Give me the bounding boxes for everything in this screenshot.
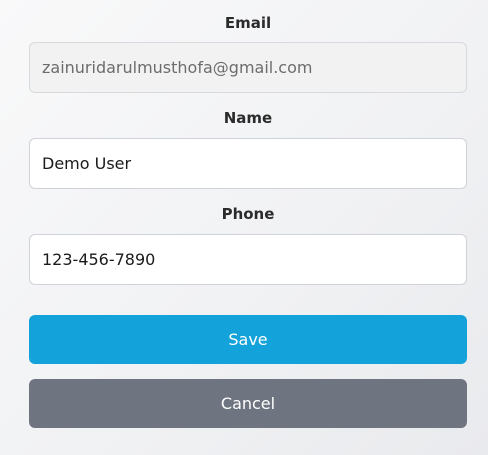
save-button[interactable]: Save (29, 315, 467, 364)
name-field[interactable] (29, 138, 467, 189)
cancel-button[interactable]: Cancel (29, 379, 467, 428)
email-field[interactable] (29, 42, 467, 93)
profile-form: Email Name Phone Save Cancel (29, 0, 467, 428)
name-label: Name (223, 109, 273, 127)
phone-field[interactable] (29, 234, 467, 285)
phone-label: Phone (221, 205, 275, 223)
email-label: Email (224, 14, 272, 32)
